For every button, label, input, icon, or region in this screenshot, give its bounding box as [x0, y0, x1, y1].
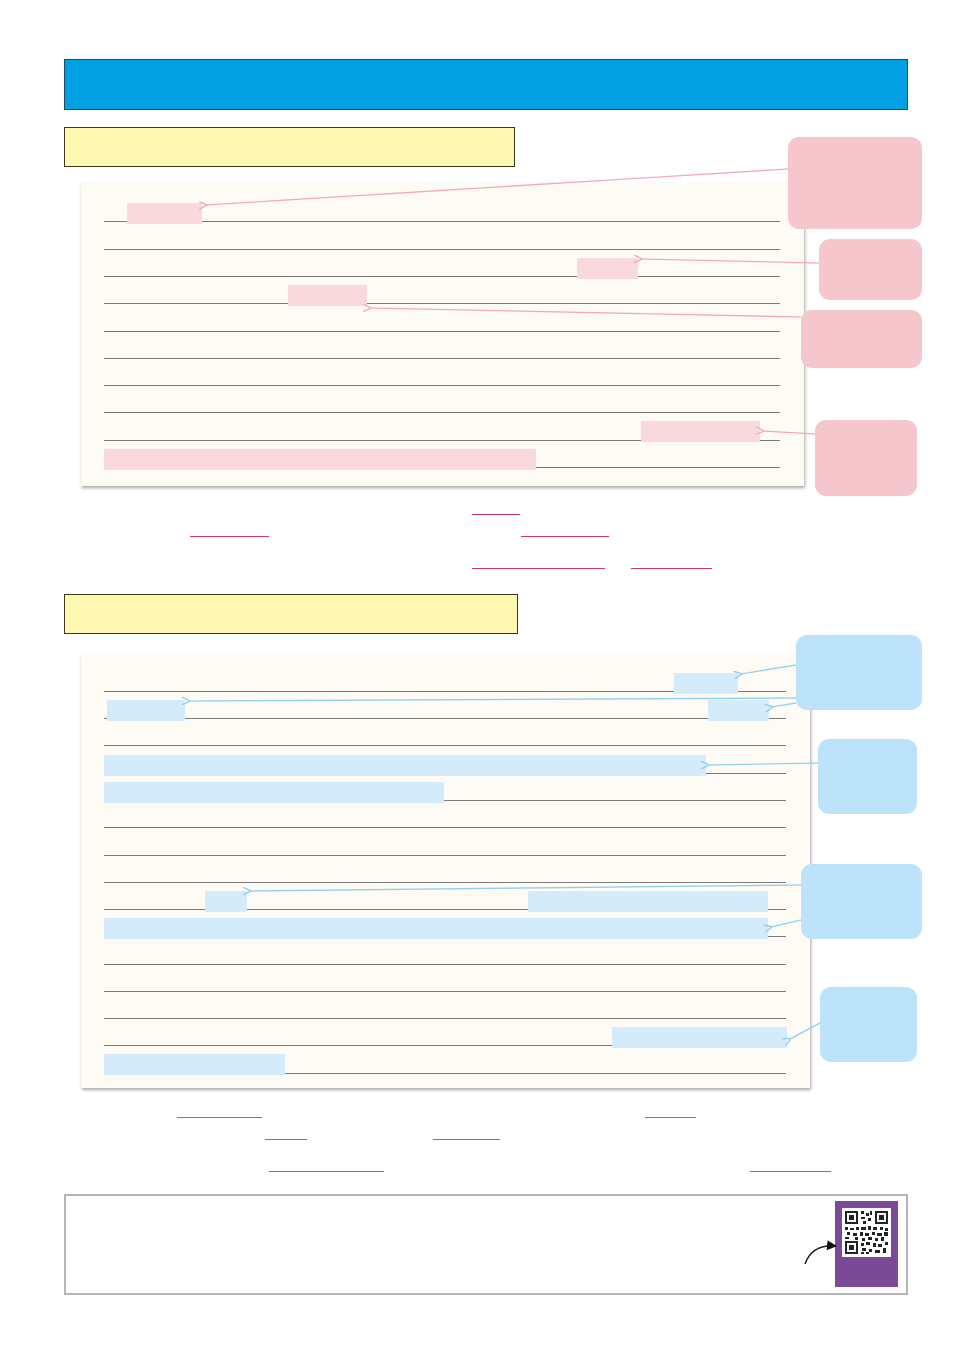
fill-in-blank[interactable]	[177, 1117, 262, 1118]
phrase-highlight	[288, 285, 367, 306]
writing-line	[104, 745, 786, 746]
footer-box	[64, 1194, 908, 1295]
letter-sample-two	[81, 653, 810, 1088]
annotation-callout	[819, 239, 922, 300]
task-two-heading	[64, 594, 518, 634]
phrase-highlight	[528, 891, 768, 912]
annotation-callout	[818, 739, 917, 814]
fill-in-blank[interactable]	[433, 1139, 500, 1140]
closing-highlight	[612, 1027, 787, 1048]
writing-line	[104, 827, 786, 828]
fill-in-blank[interactable]	[190, 536, 269, 537]
writing-line	[104, 276, 780, 277]
date-highlight	[674, 673, 738, 694]
opening-highlight	[104, 755, 706, 776]
fill-in-blank[interactable]	[472, 514, 520, 515]
qr-code-icon[interactable]	[842, 1208, 891, 1257]
opening-highlight	[104, 782, 444, 803]
closing-highlight	[641, 421, 760, 442]
writing-line	[104, 249, 780, 250]
writing-line	[104, 331, 780, 332]
writing-line	[104, 991, 786, 992]
writing-line	[104, 882, 786, 883]
annotation-callout	[788, 137, 922, 229]
phrase-highlight	[205, 891, 247, 912]
page-title-bar	[64, 59, 908, 110]
date-highlight	[708, 700, 769, 721]
writing-line	[104, 1018, 786, 1019]
fill-in-blank[interactable]	[645, 1117, 696, 1118]
writing-line	[104, 412, 780, 413]
greeting-highlight	[127, 203, 202, 224]
phrase-highlight	[577, 258, 638, 279]
task-one-heading	[64, 127, 515, 167]
writing-line	[104, 303, 780, 304]
writing-line	[104, 855, 786, 856]
writing-line	[104, 964, 786, 965]
writing-line	[104, 358, 780, 359]
writing-line	[104, 385, 780, 386]
annotation-callout	[801, 864, 922, 939]
writing-line	[104, 718, 786, 719]
fill-in-blank[interactable]	[265, 1139, 307, 1140]
sign-off-highlight	[104, 1054, 285, 1075]
annotation-callout	[796, 635, 922, 710]
fill-in-blank[interactable]	[521, 536, 609, 537]
writing-line	[104, 221, 780, 222]
sign-off-highlight	[104, 449, 536, 470]
fill-in-blank[interactable]	[631, 568, 712, 569]
fill-in-blank[interactable]	[472, 568, 605, 569]
annotation-callout	[820, 987, 917, 1062]
qr-card[interactable]	[835, 1201, 898, 1287]
annotation-callout	[801, 310, 922, 368]
phrase-highlight	[104, 918, 768, 939]
fill-in-blank[interactable]	[750, 1171, 831, 1172]
greeting-highlight	[107, 700, 185, 721]
annotation-callout	[815, 420, 917, 496]
fill-in-blank[interactable]	[269, 1171, 384, 1172]
